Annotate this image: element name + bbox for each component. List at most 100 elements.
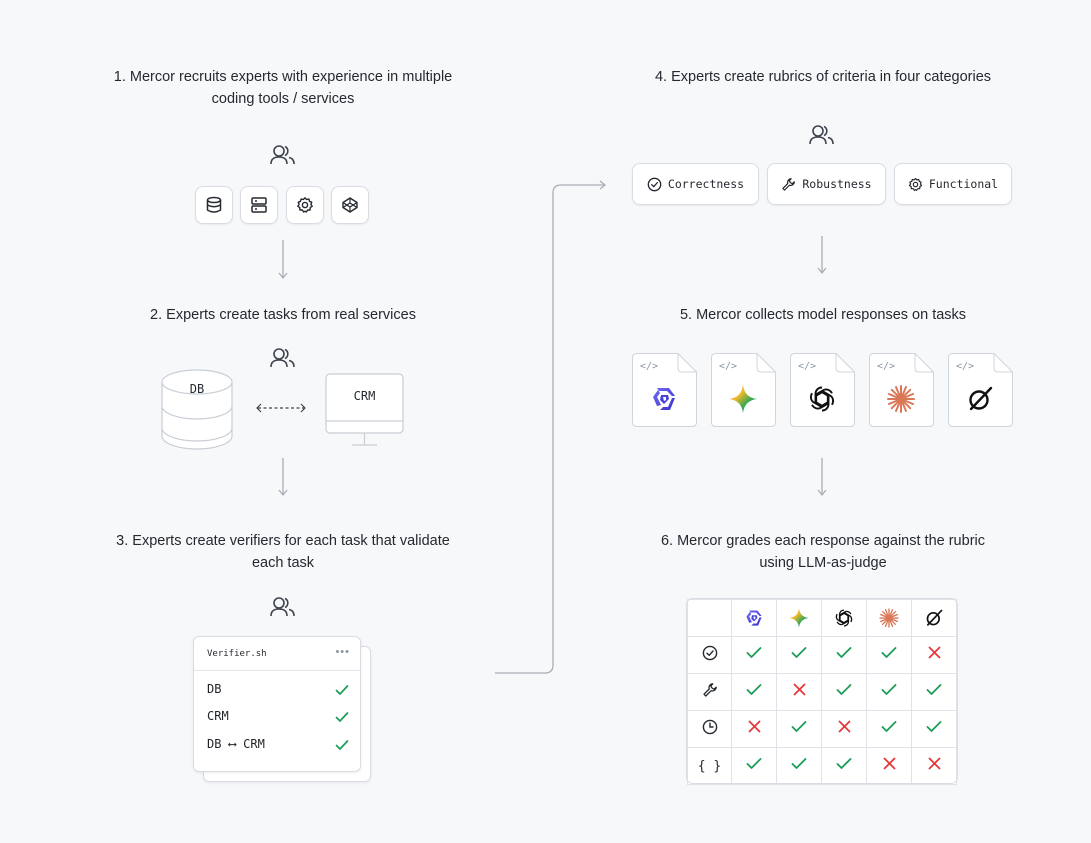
claude-logo (887, 385, 915, 413)
check-icon (926, 721, 942, 732)
check-icon (746, 758, 762, 769)
check-icon (836, 758, 852, 769)
tool-codepen (331, 186, 369, 224)
corner-cell (687, 599, 732, 637)
header-row (687, 599, 957, 637)
db-label: DB (189, 382, 205, 396)
step-6-title: 6. Mercor grades each response against t… (660, 533, 985, 571)
verifier-filename: Verifier.sh (207, 649, 267, 659)
response-doc-grok: </> (948, 353, 1013, 427)
verifier-row: DB (207, 682, 222, 696)
clock-icon (702, 719, 717, 734)
codepen-icon (342, 197, 358, 213)
check-icon (335, 740, 349, 750)
database-icon (206, 196, 222, 213)
verifier-row: CRM (207, 709, 229, 723)
result-pass (866, 673, 912, 711)
response-doc-claude: </> (869, 353, 934, 427)
row-criterion (687, 673, 732, 711)
result-fail (911, 747, 957, 785)
code-tag: </> (956, 361, 975, 372)
step-4-title: 4. Experts create rubrics of criteria in… (654, 69, 992, 85)
column-header (776, 599, 822, 637)
check-icon (791, 647, 807, 658)
grok-logo (969, 386, 993, 411)
check-circle-icon (702, 645, 717, 660)
check-icon (926, 684, 942, 695)
tool-server (240, 186, 278, 224)
result-pass (821, 636, 867, 674)
claude-logo (879, 608, 899, 628)
check-icon (881, 647, 897, 658)
gemini-logo (789, 608, 809, 628)
step-3-title: 3. Experts create verifiers for each tas… (116, 533, 450, 571)
cross-icon (748, 720, 760, 733)
arrow-3-4 (495, 180, 607, 674)
response-doc-openai: </> (790, 353, 855, 427)
wrench-icon (782, 177, 796, 191)
result-fail (776, 673, 822, 711)
result-pass (776, 747, 822, 785)
response-doc-model-a: </> (632, 353, 697, 427)
rubric-robustness: Robustness (767, 163, 886, 205)
column-header (911, 599, 957, 637)
result-pass (821, 747, 867, 785)
check-circle-icon (647, 177, 662, 191)
cross-icon (883, 757, 895, 770)
check-icon (335, 685, 349, 695)
result-pass (866, 636, 912, 674)
rubric-functional: Functional (894, 163, 1012, 205)
step-1-title: 1. Mercor recruits experts with experien… (113, 69, 453, 107)
check-icon (881, 721, 897, 732)
gear-icon (908, 177, 922, 191)
column-header (731, 599, 777, 637)
verifier-header: Verifier.sh ••• (194, 637, 360, 671)
cross-icon (838, 720, 850, 733)
experts-icon (270, 348, 295, 368)
result-pass (821, 673, 867, 711)
check-icon (836, 647, 852, 658)
database-illustration (161, 369, 233, 450)
server-icon (251, 197, 267, 213)
row-criterion: { } (687, 747, 732, 785)
result-pass (731, 747, 777, 785)
cross-icon (928, 646, 940, 659)
wrench-icon (702, 682, 717, 697)
code-tag: </> (640, 361, 659, 372)
table-row (687, 636, 957, 674)
cross-icon (793, 683, 805, 696)
code-tag: </> (719, 361, 738, 372)
grok-logo (926, 609, 943, 626)
result-pass (911, 673, 957, 711)
result-pass (776, 710, 822, 748)
check-icon (746, 684, 762, 695)
more-menu-icon[interactable]: ••• (335, 646, 350, 658)
result-fail (821, 710, 867, 748)
step-5-title: 5. Mercor collects model responses on ta… (679, 307, 967, 323)
braces-icon: { } (697, 759, 722, 774)
verifier-card: Verifier.sh ••• DB CRM DB ⟷ CRM (193, 636, 361, 772)
check-icon (746, 647, 762, 658)
model-a-logo (746, 610, 762, 626)
result-pass (731, 673, 777, 711)
tool-database (195, 186, 233, 224)
column-header (866, 599, 912, 637)
crm-label: CRM (353, 389, 376, 403)
verifier-row: DB ⟷ CRM (207, 737, 265, 751)
table-row (687, 673, 957, 711)
column-header (821, 599, 867, 637)
check-icon (791, 758, 807, 769)
code-tag: </> (877, 361, 896, 372)
row-criterion (687, 636, 732, 674)
result-pass (911, 710, 957, 748)
code-tag: </> (798, 361, 817, 372)
check-icon (791, 721, 807, 732)
result-fail (911, 636, 957, 674)
experts-icon (270, 597, 295, 617)
openai-logo (835, 609, 853, 627)
result-pass (731, 636, 777, 674)
step-2-title: 2. Experts create tasks from real servic… (150, 307, 416, 323)
openai-logo (809, 386, 835, 412)
bidirectional-arrow (256, 403, 306, 413)
experts-icon (809, 125, 834, 145)
